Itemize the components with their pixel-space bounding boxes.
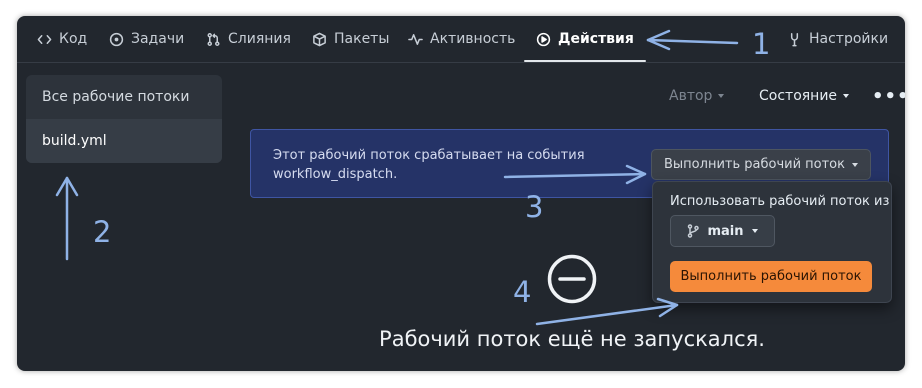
annotation-overlay (55, 29, 739, 326)
annotation-arrow-4 (535, 297, 679, 326)
annotation-arrow-2 (55, 176, 79, 261)
annotation-number-3: 3 (525, 190, 544, 224)
annotation-arrow-1 (646, 29, 739, 51)
annotation-arrow-3 (503, 164, 647, 185)
annotation-number-1: 1 (752, 27, 771, 61)
annotation-number-2: 2 (93, 215, 112, 249)
annotation-number-4: 4 (513, 275, 532, 309)
